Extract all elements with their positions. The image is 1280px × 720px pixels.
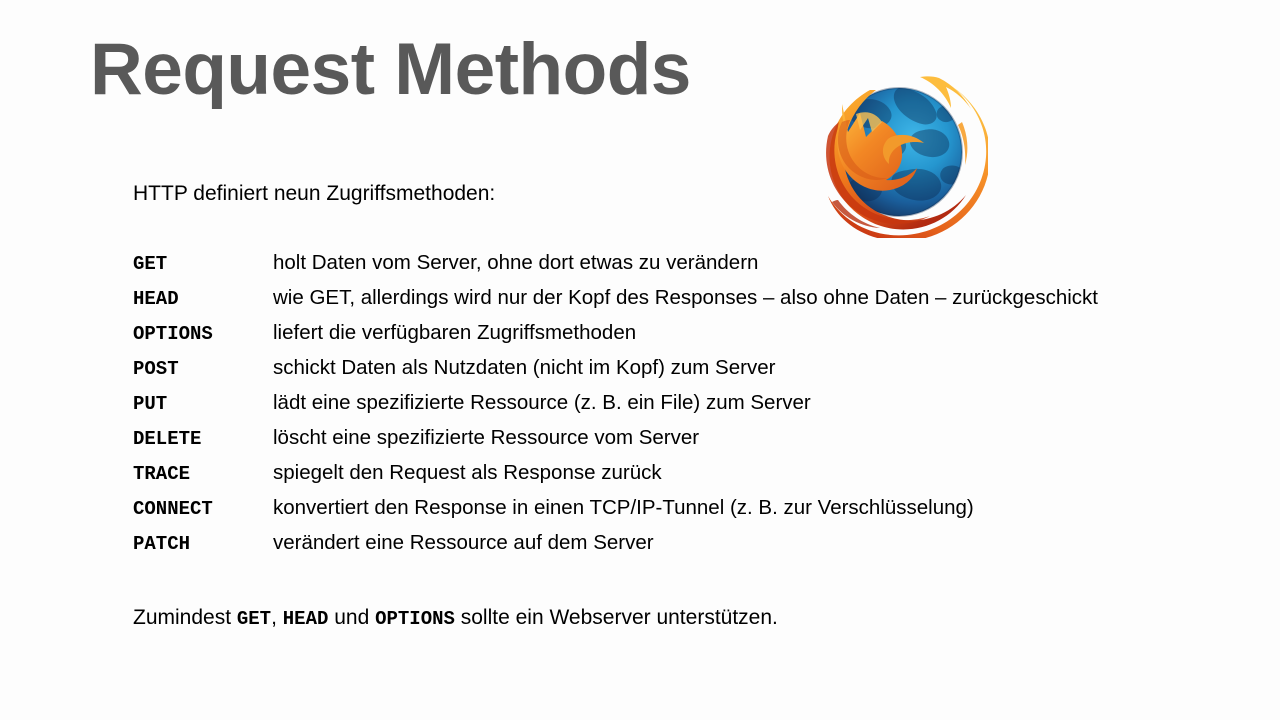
method-description: verändert eine Ressource auf dem Server <box>273 531 654 554</box>
footer-part-4: sollte ein Webserver unterstützen. <box>454 606 778 629</box>
method-description: holt Daten vom Server, ohne dort etwas z… <box>273 251 759 274</box>
table-row: GET holt Daten vom Server, ohne dort etw… <box>133 246 1098 281</box>
footer-method-options: OPTIONS <box>375 608 455 630</box>
method-name: HEAD <box>133 288 179 310</box>
method-name: OPTIONS <box>133 323 213 345</box>
method-description: lädt eine spezifizierte Ressource (z. B.… <box>273 391 811 414</box>
method-description: spiegelt den Request als Response zurück <box>273 461 662 484</box>
footer-method-head: HEAD <box>282 608 329 630</box>
table-row: PUT lädt eine spezifizierte Ressource (z… <box>133 386 1098 421</box>
footer-part-3: und <box>328 606 376 629</box>
method-description: löscht eine spezifizierte Ressource vom … <box>273 426 700 449</box>
method-name: DELETE <box>133 428 202 450</box>
slide-root: Request Methods HTTP definiert neun Zugr… <box>0 0 1280 720</box>
page-title: Request Methods <box>90 29 691 110</box>
method-description: konvertiert den Response in einen TCP/IP… <box>273 496 974 519</box>
method-name: CONNECT <box>133 498 213 520</box>
table-row: TRACE spiegelt den Request als Response … <box>133 456 1098 491</box>
table-row: OPTIONS liefert die verfügbaren Zugriffs… <box>133 316 1098 351</box>
method-name: GET <box>133 253 168 275</box>
firefox-logo <box>798 74 988 238</box>
intro-text: HTTP definiert neun Zugriffsmethoden: <box>133 182 496 205</box>
method-description: schickt Daten als Nutzdaten (nicht im Ko… <box>273 356 776 379</box>
methods-table: GET holt Daten vom Server, ohne dort etw… <box>133 246 1098 561</box>
method-name: PUT <box>133 393 168 415</box>
footer-text: Zumindest GET, HEAD und OPTIONS sollte e… <box>133 606 778 630</box>
table-row: POST schickt Daten als Nutzdaten (nicht … <box>133 351 1098 386</box>
method-name: POST <box>133 358 179 380</box>
footer-method-get: GET <box>236 608 272 630</box>
method-description: wie GET, allerdings wird nur der Kopf de… <box>273 286 1098 309</box>
table-row: CONNECT konvertiert den Response in eine… <box>133 491 1098 526</box>
table-row: PATCH verändert eine Ressource auf dem S… <box>133 526 1098 561</box>
footer-part-2: , <box>271 606 283 629</box>
method-name: PATCH <box>133 533 191 555</box>
method-description: liefert die verfügbaren Zugriffsmethoden <box>273 321 637 344</box>
footer-part-1: Zumindest <box>133 606 237 629</box>
table-row: DELETE löscht eine spezifizierte Ressour… <box>133 421 1098 456</box>
table-row: HEAD wie GET, allerdings wird nur der Ko… <box>133 281 1098 316</box>
method-name: TRACE <box>133 463 191 485</box>
